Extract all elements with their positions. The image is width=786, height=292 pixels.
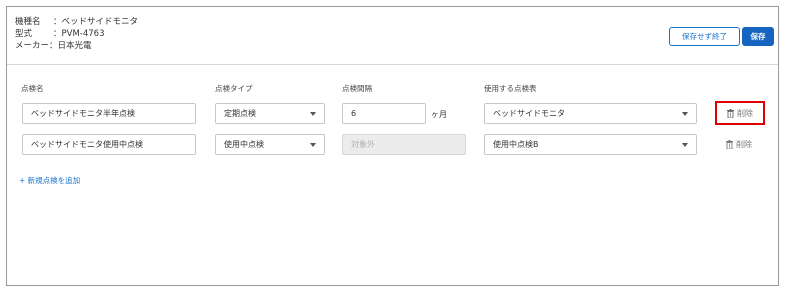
column-header-sheet: 使用する点検表 [484,84,537,93]
maker-row: メーカー：日本光電 [15,41,92,52]
chevron-down-icon [310,143,316,147]
inspection-interval-input[interactable]: 6 [342,103,426,124]
exit-without-saving-button[interactable]: 保存せず終了 [669,27,740,46]
inspection-type-value: 使用中点検 [224,140,264,149]
device-header: 機種名 ：ベッドサイドモニタ 型式 ：PVM-4763 メーカー：日本光電 保存せず… [7,7,778,65]
inspection-type-select[interactable]: 定期点検 [215,103,325,124]
column-header-interval: 点検間隔 [342,84,372,93]
inspection-sheet-value: 使用中点検B [493,140,539,149]
model-no-value: ：PVM-4763 [53,29,105,39]
inspection-settings-panel: 機種名 ：ベッドサイドモニタ 型式 ：PVM-4763 メーカー：日本光電 保存せず… [6,6,779,286]
trash-icon [726,140,733,149]
delete-label: 削除 [736,140,752,149]
model-name-label: 機種名 [15,17,41,27]
trash-icon [727,108,734,118]
model-name-value: ：ベッドサイドモニタ [53,17,139,27]
save-button[interactable]: 保存 [742,27,774,46]
delete-button[interactable]: 削除 [715,101,765,125]
inspection-type-select[interactable]: 使用中点検 [215,134,325,155]
column-header-name: 点検名 [21,84,44,93]
inspection-interval-input-disabled: 対象外 [342,134,466,155]
model-no-row: 型式 ：PVM-4763 [15,29,104,40]
maker-value: ：日本光電 [49,41,92,51]
delete-button[interactable]: 削除 [726,139,752,150]
delete-label: 削除 [737,108,753,118]
inspection-sheet-select[interactable]: ベッドサイドモニタ [484,103,697,124]
maker-label: メーカー [15,41,50,51]
inspection-name-input[interactable]: ベッドサイドモニタ使用中点検 [22,134,196,155]
interval-unit-label: ヶ月 [431,110,447,119]
model-name-row: 機種名 ：ベッドサイドモニタ [15,17,138,28]
inspection-sheet-select[interactable]: 使用中点検B [484,134,697,155]
model-no-label: 型式 [15,29,33,39]
chevron-down-icon [310,112,316,116]
column-header-type: 点検タイプ [215,84,253,93]
chevron-down-icon [682,112,688,116]
inspection-sheet-value: ベッドサイドモニタ [493,109,565,118]
add-inspection-link[interactable]: + 新規点検を追加 [19,175,80,186]
inspection-name-input[interactable]: ベッドサイドモニタ半年点検 [22,103,196,124]
chevron-down-icon [682,143,688,147]
inspection-type-value: 定期点検 [224,109,256,118]
